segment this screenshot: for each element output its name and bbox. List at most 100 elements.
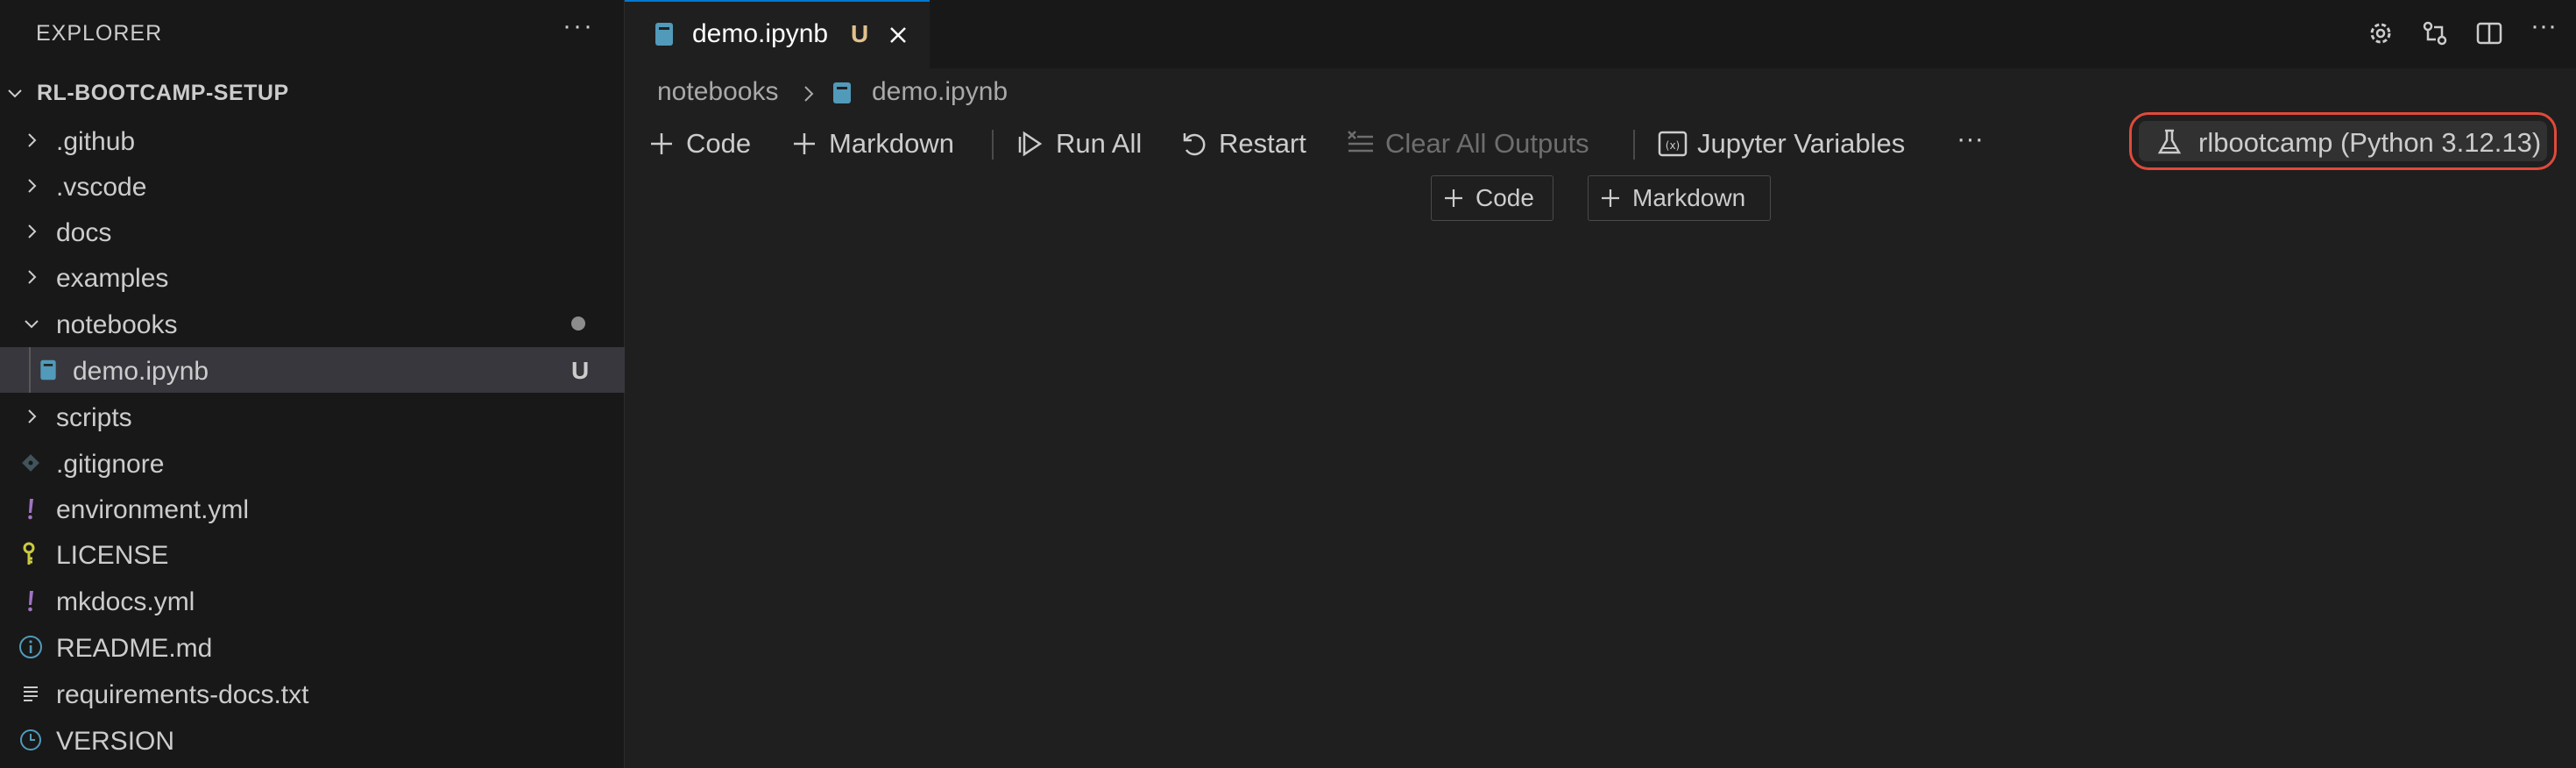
variable-icon: (x) bbox=[1655, 126, 1690, 161]
close-icon[interactable] bbox=[884, 21, 912, 49]
flask-icon bbox=[2157, 129, 2182, 154]
vscode-window: EXPLORER ··· RL-BOOTCAMP-SETUP .github .… bbox=[0, 0, 2576, 768]
tree-item-label: scripts bbox=[56, 403, 132, 432]
ellipsis-icon: ··· bbox=[1957, 123, 1984, 153]
explorer-sidebar: EXPLORER ··· RL-BOOTCAMP-SETUP .github .… bbox=[0, 0, 625, 768]
breadcrumb-file[interactable]: demo.ipynb bbox=[872, 77, 1008, 107]
plus-icon bbox=[787, 126, 822, 161]
run-all-icon bbox=[1014, 126, 1049, 161]
button-label: Code bbox=[686, 128, 752, 159]
kernel-picker-highlight: rlbootcamp (Python 3.12.13) bbox=[2129, 112, 2557, 170]
tree-item-label: demo.ipynb bbox=[73, 357, 209, 386]
key-icon bbox=[23, 542, 35, 565]
button-label: Clear All Outputs bbox=[1385, 128, 1589, 159]
clear-all-outputs-button[interactable]: Clear All Outputs bbox=[1343, 119, 1589, 168]
editor-tab-bar: demo.ipynb U ··· bbox=[625, 0, 2576, 68]
modified-dot bbox=[571, 316, 585, 331]
plus-icon bbox=[644, 126, 679, 161]
tree-item-demo-ipynb[interactable]: demo.ipynb U bbox=[0, 347, 625, 393]
gear-icon[interactable] bbox=[2363, 16, 2398, 51]
untracked-badge: U bbox=[851, 20, 869, 47]
tree-item-examples[interactable]: examples bbox=[0, 254, 625, 300]
jupyter-variables-button[interactable]: (x) Jupyter Variables bbox=[1655, 119, 1905, 168]
chevron-down-icon bbox=[8, 89, 22, 98]
untracked-badge: U bbox=[571, 357, 590, 384]
tree-item-version[interactable]: VERSION bbox=[0, 717, 625, 763]
tree-item-gitignore[interactable]: .gitignore bbox=[0, 440, 625, 486]
insert-code-cell-button[interactable]: Code bbox=[1431, 175, 1553, 221]
tree-item-label: notebooks bbox=[56, 310, 178, 339]
plus-icon bbox=[1440, 185, 1467, 211]
chevron-down-icon bbox=[25, 320, 39, 329]
chevron-right-icon bbox=[28, 270, 37, 284]
add-markdown-cell-button[interactable]: Markdown bbox=[787, 119, 954, 168]
kernel-label: rlbootcamp (Python 3.12.13) bbox=[2198, 127, 2542, 158]
project-root[interactable]: RL-BOOTCAMP-SETUP bbox=[0, 75, 625, 110]
explorer-title: EXPLORER bbox=[36, 21, 163, 46]
text-file-icon bbox=[24, 686, 38, 701]
button-label: Restart bbox=[1219, 128, 1306, 159]
tree-item-label: mkdocs.yml bbox=[56, 587, 195, 616]
chevron-right-icon bbox=[28, 224, 37, 238]
yaml-icon bbox=[28, 499, 33, 520]
button-label: Markdown bbox=[829, 128, 954, 159]
split-editor-icon[interactable] bbox=[2472, 16, 2507, 51]
clock-icon bbox=[20, 729, 41, 750]
button-label: Code bbox=[1476, 184, 1534, 211]
tree-item-notebooks[interactable]: notebooks bbox=[0, 301, 625, 346]
tree-item-license[interactable]: LICENSE bbox=[0, 531, 625, 577]
tree-item-label: .github bbox=[56, 127, 136, 156]
notebook-icon bbox=[655, 23, 673, 46]
kernel-picker-button[interactable]: rlbootcamp (Python 3.12.13) bbox=[2139, 121, 2547, 161]
tree-item-label: .gitignore bbox=[56, 450, 165, 479]
add-code-cell-button[interactable]: Code bbox=[644, 119, 751, 168]
tree-item-github[interactable]: .github bbox=[0, 117, 625, 163]
tree-item-label: README.md bbox=[56, 634, 213, 663]
tree-item-requirements-docs[interactable]: requirements-docs.txt bbox=[0, 671, 625, 716]
restart-icon bbox=[1177, 126, 1212, 161]
button-label: Markdown bbox=[1632, 184, 1746, 211]
explorer-header: EXPLORER ··· bbox=[0, 0, 625, 68]
clear-all-icon bbox=[1343, 126, 1378, 161]
restart-button[interactable]: Restart bbox=[1177, 119, 1306, 168]
breadcrumb-folder[interactable]: notebooks bbox=[657, 77, 778, 107]
tree-item-label: examples bbox=[56, 264, 169, 293]
tree-item-label: LICENSE bbox=[56, 541, 169, 570]
button-label: Run All bbox=[1056, 128, 1143, 159]
notebook-icon bbox=[833, 82, 851, 103]
tree-item-label: environment.yml bbox=[56, 495, 250, 524]
tree-item-readme[interactable]: README.md bbox=[0, 624, 625, 670]
chevron-right-icon bbox=[28, 133, 37, 147]
chevron-right-icon bbox=[28, 409, 37, 423]
tree-item-environment-yml[interactable]: environment.yml bbox=[0, 486, 625, 531]
run-all-button[interactable]: Run All bbox=[1014, 119, 1142, 168]
project-title: RL-BOOTCAMP-SETUP bbox=[37, 81, 289, 105]
ellipsis-icon[interactable]: ··· bbox=[2526, 11, 2561, 51]
button-label: Jupyter Variables bbox=[1697, 128, 1906, 159]
tab-demo-ipynb[interactable]: demo.ipynb U bbox=[625, 0, 930, 68]
toolbar-divider bbox=[1633, 130, 1635, 160]
tree-item-scripts[interactable]: scripts bbox=[0, 394, 625, 439]
tree-item-label: VERSION bbox=[56, 727, 175, 756]
tree-item-docs[interactable]: docs bbox=[0, 209, 625, 254]
plus-icon bbox=[1597, 185, 1624, 211]
insert-markdown-cell-button[interactable]: Markdown bbox=[1588, 175, 1771, 221]
compare-changes-icon[interactable] bbox=[2417, 16, 2452, 51]
tree-item-label: .vscode bbox=[56, 173, 147, 202]
git-icon bbox=[22, 454, 39, 472]
indent-guide bbox=[29, 347, 31, 393]
svg-text:(x): (x) bbox=[1666, 139, 1680, 152]
tree-item-mkdocs-yml[interactable]: mkdocs.yml bbox=[0, 578, 625, 623]
tab-label: demo.ipynb bbox=[692, 19, 829, 48]
tree-item-vscode[interactable]: .vscode bbox=[0, 163, 625, 209]
yaml-icon bbox=[28, 591, 33, 612]
more-actions-button[interactable]: ··· bbox=[1957, 119, 1984, 168]
notebook-icon bbox=[40, 359, 56, 380]
info-icon bbox=[19, 636, 42, 658]
chevron-right-icon bbox=[804, 86, 814, 102]
ellipsis-icon[interactable]: ··· bbox=[561, 11, 596, 51]
chevron-right-icon bbox=[28, 179, 37, 193]
toolbar-divider bbox=[992, 130, 994, 160]
tree-item-label: requirements-docs.txt bbox=[56, 680, 309, 709]
tree-item-label: docs bbox=[56, 218, 112, 247]
